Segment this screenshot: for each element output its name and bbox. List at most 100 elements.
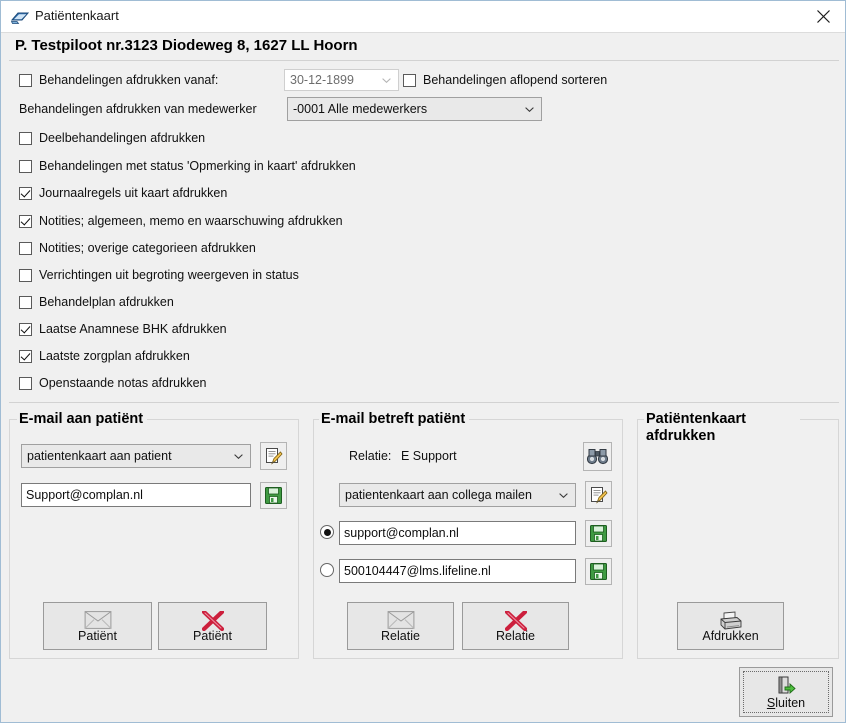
email-patient-template-value: patientenkaart aan patient [27,449,172,463]
chevron-down-icon [234,454,243,459]
print-card-title: Patiëntenkaart afdrukken [644,411,800,445]
checkbox-1[interactable] [19,159,32,173]
email-patient-cancel-button[interactable]: Patiënt [158,602,267,650]
chevron-down-icon [382,78,391,83]
checkbox-4[interactable] [19,241,32,255]
option-row-6[interactable]: Behandelplan afdrukken [19,293,174,311]
relation-address-save-button-0[interactable] [585,520,612,547]
email-relation-cancel-button[interactable]: Relatie [462,602,569,650]
label-4: Notities; overige categorieen afdrukken [39,241,256,255]
titlebar: Patiëntenkaart [1,1,845,33]
relation-value: E Support [401,449,457,463]
close-dialog-rest: luiten [775,696,806,710]
window-title: Patiëntenkaart [35,8,119,23]
relation-address-input-0[interactable]: support@complan.nl [339,521,576,545]
email-patient-title: E-mail aan patiënt [17,411,148,428]
relation-address-value-1: 500104447@lms.lifeline.nl [344,564,491,578]
email-relation-template-value: patientenkaart aan collega mailen [345,488,532,502]
page-title: P. Testpiloot nr.3123 Diodeweg 8, 1627 L… [15,37,358,54]
option-row-print-from-date[interactable]: Behandelingen afdrukken vanaf: [19,71,218,89]
close-dialog-accel: S [766,696,776,710]
email-patient-save-button[interactable] [260,482,287,509]
checkbox-9[interactable] [19,376,32,390]
label-7: Laatse Anamnese BHK afdrukken [39,322,227,336]
email-relation-send-label: Relatie [381,629,420,643]
checkbox-6[interactable] [19,295,32,309]
chevron-down-icon [525,107,534,112]
label-sort-descending: Behandelingen aflopend sorteren [423,73,608,87]
red-x-icon [504,611,527,631]
email-patient-send-button[interactable]: Patiënt [43,602,152,650]
close-dialog-button[interactable]: Sluiten [739,667,833,717]
email-relation-cancel-label: Relatie [496,629,535,643]
option-row-8[interactable]: Laatste zorgplan afdrukken [19,347,190,365]
envelope-icon [84,611,111,629]
notepad-pencil-icon [266,447,283,465]
email-patient-edit-button[interactable] [260,442,287,470]
binoculars-icon [587,449,608,465]
relation-address-save-button-1[interactable] [585,558,612,585]
notepad-pencil-icon [591,486,608,504]
employee-combo[interactable]: -0001 Alle medewerkers [287,97,542,121]
checkbox-8[interactable] [19,349,32,363]
checkbox-print-from-date[interactable] [19,73,32,87]
floppy-disk-save-icon [590,563,607,580]
option-row-7[interactable]: Laatse Anamnese BHK afdrukken [19,320,227,338]
exit-door-icon [778,676,796,695]
relation-address-input-1[interactable]: 500104447@lms.lifeline.nl [339,559,576,583]
checkbox-7[interactable] [19,322,32,336]
option-row-9[interactable]: Openstaande notas afdrukken [19,374,206,392]
email-relation-title: E-mail betreft patiënt [319,411,470,428]
email-patient-address-value: Support@complan.nl [26,488,143,502]
option-row-2[interactable]: Journaalregels uit kaart afdrukken [19,184,227,202]
label-2: Journaalregels uit kaart afdrukken [39,186,228,200]
label-3: Notities; algemeen, memo en waarschuwing… [39,214,343,228]
checkbox-5[interactable] [19,268,32,282]
section-divider [9,402,839,403]
envelope-icon [387,611,414,629]
relation-address-value-0: support@complan.nl [344,526,459,540]
relation-label: Relatie: [349,449,392,463]
patient-card-dialog: Patiëntenkaart P. Testpiloot nr.3123 Dio… [0,0,846,723]
label-6: Behandelplan afdrukken [39,295,174,309]
date-from-value: 30-12-1899 [290,73,354,87]
email-relation-template-combo[interactable]: patientenkaart aan collega mailen [339,483,576,507]
relation-address-radio-0[interactable] [320,525,334,539]
close-icon[interactable] [801,1,845,32]
label-5: Verrichtingen uit begroting weergeven in… [39,268,299,282]
relation-address-radio-1[interactable] [320,563,334,577]
email-relation-edit-button[interactable] [585,481,612,509]
print-button[interactable]: Afdrukken [677,602,784,650]
option-row-3[interactable]: Notities; algemeen, memo en waarschuwing… [19,212,343,230]
option-row-0[interactable]: Deelbehandelingen afdrukken [19,129,205,147]
option-row-1[interactable]: Behandelingen met status 'Opmerking in k… [19,157,356,175]
label-1: Behandelingen met status 'Opmerking in k… [39,159,356,173]
option-row-5[interactable]: Verrichtingen uit begroting weergeven in… [19,266,299,284]
email-patient-cancel-label: Patiënt [193,629,232,643]
email-patient-address-input[interactable]: Support@complan.nl [21,483,251,507]
floppy-disk-save-icon [590,525,607,542]
relation-search-button[interactable] [583,442,612,471]
label-8: Laatste zorgplan afdrukken [39,349,190,363]
checkbox-3[interactable] [19,214,32,228]
label-print-from-date: Behandelingen afdrukken vanaf: [39,73,219,87]
checkbox-2[interactable] [19,186,32,200]
close-dialog-label: Sluiten [740,696,832,710]
checkbox-sort-descending[interactable] [403,73,416,87]
email-patient-template-combo[interactable]: patientenkaart aan patient [21,444,251,468]
employee-value: -0001 Alle medewerkers [293,102,428,116]
label-9: Openstaande notas afdrukken [39,376,207,390]
header-divider [9,60,839,61]
date-from-combo[interactable]: 30-12-1899 [284,69,399,91]
option-row-sort-descending[interactable]: Behandelingen aflopend sorteren [403,71,607,89]
app-window-icon [10,9,30,25]
email-relation-send-button[interactable]: Relatie [347,602,454,650]
red-x-icon [201,611,224,631]
label-employee: Behandelingen afdrukken van medewerker [19,102,257,116]
floppy-disk-save-icon [265,487,282,504]
print-button-label: Afdrukken [702,629,759,643]
option-row-4[interactable]: Notities; overige categorieen afdrukken [19,239,256,257]
checkbox-0[interactable] [19,131,32,145]
email-patient-send-label: Patiënt [78,629,117,643]
chevron-down-icon [559,493,568,498]
